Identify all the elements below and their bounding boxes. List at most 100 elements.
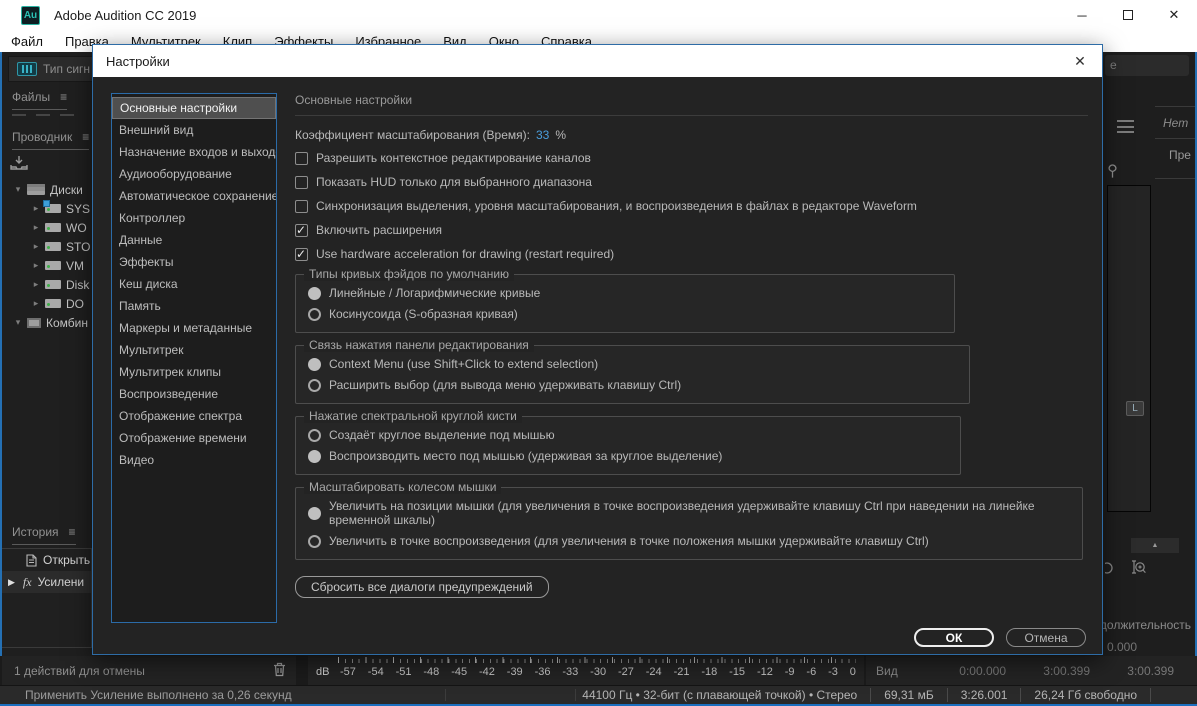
radio-row[interactable]: Косинусоида (S-образная кривая): [308, 307, 942, 321]
import-download-icon[interactable]: [10, 156, 28, 171]
explorer-panel-tab[interactable]: Проводник ≡: [12, 130, 89, 150]
category-time-display[interactable]: Отображение времени: [112, 427, 276, 449]
history-item-amplify[interactable]: ▶ fx Усилени: [2, 571, 91, 593]
group-title: Нажатие спектральной круглой кисти: [304, 409, 522, 423]
chevron-right-icon[interactable]: ▸: [32, 298, 40, 309]
history-item-open[interactable]: Открыть: [2, 549, 91, 571]
radio-selected-icon[interactable]: [308, 287, 321, 300]
tree-row-drive[interactable]: ▸ STO: [2, 237, 92, 256]
close-button[interactable]: ✕: [1151, 0, 1197, 30]
radio-unselected-icon[interactable]: [308, 379, 321, 392]
radio-selected-icon[interactable]: [308, 507, 321, 520]
tree-row-drive[interactable]: ▸ Disk: [2, 275, 92, 294]
checkbox-row-channel-editing[interactable]: Разрешить контекстное редактирование кан…: [295, 150, 1088, 166]
checkbox-row-extensions[interactable]: ✓ Включить расширения: [295, 222, 1088, 238]
zoom-toolbar-fragment: [1105, 560, 1146, 576]
document-icon: [26, 554, 37, 567]
chevron-down-icon[interactable]: ▾: [14, 317, 22, 328]
menu-file[interactable]: Файл: [0, 34, 54, 49]
radio-selected-icon[interactable]: [308, 358, 321, 371]
tree-row-drive[interactable]: ▸ DO: [2, 294, 92, 313]
panel-menu-icon[interactable]: ≡: [69, 525, 76, 539]
category-control-surface[interactable]: Контроллер: [112, 207, 276, 229]
checkbox-unchecked-icon[interactable]: [295, 176, 308, 189]
chevron-right-icon[interactable]: ▸: [32, 260, 40, 271]
trash-icon[interactable]: [273, 662, 286, 677]
category-video[interactable]: Видео: [112, 449, 276, 471]
cancel-button[interactable]: Отмена: [1006, 628, 1086, 647]
signal-type-toolbar[interactable]: Тип сигн: [8, 56, 92, 82]
history-item-label: Открыть: [43, 553, 90, 567]
checkbox-row-hardware-acceleration[interactable]: ✓ Use hardware acceleration for drawing …: [295, 246, 1088, 262]
chevron-right-icon[interactable]: ▸: [32, 279, 40, 290]
radio-row[interactable]: Расширить выбор (для вывода меню удержив…: [308, 378, 957, 392]
drive-icon: [45, 261, 61, 270]
category-appearance[interactable]: Внешний вид: [112, 119, 276, 141]
category-spectral-display[interactable]: Отображение спектра: [112, 405, 276, 427]
editor-area-fragment[interactable]: L: [1107, 185, 1151, 512]
category-markers-metadata[interactable]: Маркеры и метаданные: [112, 317, 276, 339]
category-data[interactable]: Данные: [112, 229, 276, 251]
radio-selected-icon[interactable]: [308, 450, 321, 463]
radio-row[interactable]: Context Menu (use Shift+Click to extend …: [308, 357, 957, 371]
radio-unselected-icon[interactable]: [308, 535, 321, 548]
network-drive-icon: [27, 318, 41, 328]
minimize-button[interactable]: ─: [1059, 0, 1105, 30]
checkbox-label: Включить расширения: [316, 223, 442, 237]
view-start-time: 0:00.000: [944, 664, 1006, 678]
panel-menu-icon[interactable]: ≡: [82, 130, 89, 144]
checkbox-row-sync[interactable]: Синхронизация выделения, уровня масштаби…: [295, 198, 1088, 214]
checkbox-checked-icon[interactable]: ✓: [295, 224, 308, 237]
checkbox-unchecked-icon[interactable]: [295, 200, 308, 213]
tree-row-drive[interactable]: ▸ WO: [2, 218, 92, 237]
radio-row[interactable]: Увеличить в точке воспроизведения (для у…: [308, 534, 1070, 548]
zoom-factor-value[interactable]: 33: [536, 128, 549, 142]
chevron-right-icon[interactable]: ▸: [32, 203, 40, 214]
checkbox-checked-icon[interactable]: ✓: [295, 248, 308, 261]
chevron-right-icon[interactable]: ▸: [32, 241, 40, 252]
dialog-close-button[interactable]: ✕: [1058, 45, 1102, 77]
category-effects[interactable]: Эффекты: [112, 251, 276, 273]
checkbox-row-hud[interactable]: Показать HUD только для выбранного диапа…: [295, 174, 1088, 190]
category-audio-hardware[interactable]: Аудиооборудование: [112, 163, 276, 185]
group-title: Связь нажатия панели редактирования: [304, 338, 534, 352]
reset-warning-dialogs-button[interactable]: Сбросить все диалоги предупреждений: [295, 576, 549, 598]
radio-row[interactable]: Линейные / Логарифмические кривые: [308, 286, 942, 300]
panel-menu-icon[interactable]: ≡: [60, 90, 67, 104]
category-auto-save[interactable]: Автоматическое сохранение: [112, 185, 276, 207]
tree-row-drive[interactable]: ▸ VM: [2, 256, 92, 275]
category-playback[interactable]: Воспроизведение: [112, 383, 276, 405]
ok-button[interactable]: ОК: [914, 628, 994, 647]
text-field-fragment[interactable]: е: [1105, 55, 1189, 76]
category-multitrack[interactable]: Мультитрек: [112, 339, 276, 361]
system-drive-icon: [45, 204, 61, 213]
tree-row-network[interactable]: ▾ Комбин: [2, 313, 92, 332]
checkbox-unchecked-icon[interactable]: [295, 152, 308, 165]
radio-row[interactable]: Создаёт круглое выделение под мышью: [308, 428, 948, 442]
category-channel-mapping[interactable]: Назначение входов и выходов: [112, 141, 276, 163]
category-multitrack-clips[interactable]: Мультитрек клипы: [112, 361, 276, 383]
duration-value-fragment: 0.000: [1107, 640, 1137, 654]
category-general[interactable]: Основные настройки: [112, 97, 276, 119]
chevron-right-icon[interactable]: ▸: [32, 222, 40, 233]
tree-row-disks[interactable]: ▾ Диски: [2, 180, 92, 199]
level-meter[interactable]: dB -57-54-51-48-45-42-39-36-33-30-27-24-…: [308, 656, 864, 685]
files-panel-tab[interactable]: Файлы ≡: [12, 90, 67, 110]
maximize-button[interactable]: [1105, 0, 1151, 30]
undo-status: 1 действий для отмены: [2, 656, 296, 685]
chevron-down-icon[interactable]: ▾: [14, 184, 22, 195]
radio-unselected-icon[interactable]: [308, 429, 321, 442]
category-memory[interactable]: Память: [112, 295, 276, 317]
pin-icon[interactable]: [1107, 164, 1118, 178]
tree-row-drive[interactable]: ▸ SYS: [2, 199, 92, 218]
category-media-cache[interactable]: Кеш диска: [112, 273, 276, 295]
history-panel-tab[interactable]: История ≡: [12, 525, 76, 545]
left-channel-badge[interactable]: L: [1126, 401, 1144, 416]
radio-row[interactable]: Воспроизводить место под мышью (удержива…: [308, 449, 948, 463]
zoom-in-vertical-icon[interactable]: [1128, 560, 1146, 576]
radio-row[interactable]: Увеличить на позиции мышки (для увеличен…: [308, 499, 1070, 527]
zoom-partial-icon[interactable]: [1105, 561, 1118, 575]
radio-unselected-icon[interactable]: [308, 308, 321, 321]
scrollbar-fragment[interactable]: ▲: [1131, 538, 1179, 553]
list-icon[interactable]: [1117, 120, 1134, 133]
